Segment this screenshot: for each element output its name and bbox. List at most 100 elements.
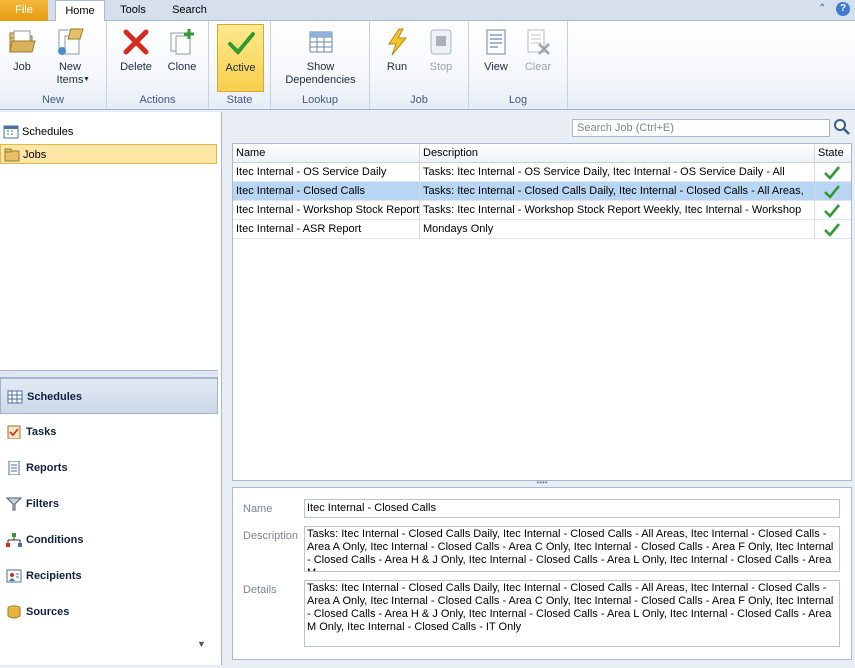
clone-icon (170, 29, 194, 55)
checkmark-icon (824, 185, 841, 199)
checkmark-icon (824, 204, 841, 218)
view-log-button[interactable]: View (477, 24, 515, 92)
show-dependencies-label: Show Dependencies (285, 61, 356, 86)
column-header-state[interactable]: State (815, 144, 851, 163)
job-state-cell (815, 201, 851, 220)
ribbon-group-new: Job New Items ▼ New (0, 21, 107, 109)
search-job-input[interactable]: Search Job (Ctrl+E) (572, 119, 830, 137)
chevron-down-icon: ▼ (83, 76, 90, 83)
column-header-description[interactable]: Description (420, 144, 815, 163)
table-row[interactable]: Itec Internal - OS Service Daily Tasks: … (233, 163, 851, 182)
tree-item-schedules[interactable]: Schedules (0, 122, 222, 142)
detail-details-field[interactable]: Tasks: Itec Internal - Closed Calls Dail… (304, 580, 840, 647)
grid-header-row: Name Description State (233, 144, 851, 163)
clear-log-icon (527, 29, 550, 55)
tree-item-jobs[interactable]: Jobs (0, 144, 217, 164)
group-label-lookup: Lookup (301, 94, 339, 106)
clear-log-button[interactable]: Clear (519, 24, 557, 92)
ribbon-group-actions: Delete Clone Actions (107, 21, 209, 109)
funnel-icon (6, 497, 22, 511)
nav-item-label: Sources (26, 606, 70, 618)
tab-search[interactable]: Search (162, 0, 217, 21)
navigation-splitter[interactable] (0, 370, 218, 378)
jobs-grid: Name Description State Itec Internal - O… (232, 143, 852, 481)
nav-item-label: Schedules (27, 391, 83, 403)
nav-item-label: Conditions (26, 534, 84, 546)
active-label: Active (225, 62, 256, 74)
new-items-icon (58, 28, 84, 55)
job-name-cell: Itec Internal - OS Service Daily (233, 163, 420, 182)
dependencies-grid-icon (309, 31, 332, 53)
help-icon[interactable]: ? (836, 2, 850, 16)
clone-label: Clone (167, 61, 197, 73)
tab-home[interactable]: Home (55, 0, 105, 22)
lightning-bolt-icon (388, 28, 408, 56)
group-label-new: New (41, 94, 64, 106)
job-state-cell (815, 163, 851, 182)
schedules-icon (3, 125, 19, 139)
new-items-label: New Items (56, 61, 84, 86)
job-description-cell: Mondays Only (420, 220, 815, 239)
stop-button[interactable]: Stop (422, 24, 460, 92)
left-navigation-pane: Schedules Jobs Schedules Tasks Reports F… (0, 112, 222, 665)
tab-tools[interactable]: Tools (108, 0, 158, 21)
new-items-button[interactable]: New Items ▼ (46, 24, 94, 92)
checkmark-icon (824, 166, 841, 180)
delete-button[interactable]: Delete (115, 24, 157, 92)
search-icon[interactable] (833, 118, 850, 135)
ribbon: Job New Items ▼ New Delete Clone Actions… (0, 21, 855, 110)
clone-button[interactable]: Clone (162, 24, 202, 92)
checkmark-icon (227, 32, 255, 55)
schedule-tree: Schedules Jobs (0, 122, 222, 164)
nav-item-recipients[interactable]: Recipients (0, 558, 222, 594)
nav-item-label: Tasks (26, 426, 57, 438)
table-row[interactable]: Itec Internal - ASR Report Mondays Only (233, 220, 851, 239)
nav-item-label: Reports (26, 462, 68, 474)
nav-item-conditions[interactable]: Conditions (0, 522, 222, 558)
tree-item-schedules-label: Schedules (22, 126, 74, 138)
run-button[interactable]: Run (378, 24, 416, 92)
document-view-icon (486, 29, 506, 55)
folder-open-icon (9, 30, 36, 53)
detail-description-label: Description (243, 530, 299, 542)
view-label: View (484, 61, 508, 73)
nav-item-reports[interactable]: Reports (0, 450, 222, 486)
nav-item-filters[interactable]: Filters (0, 486, 222, 522)
ribbon-group-state: Active State (209, 21, 271, 109)
chevron-down-icon[interactable]: ▼ (197, 639, 206, 649)
nav-item-sources[interactable]: Sources (0, 594, 222, 630)
ribbon-group-lookup: Show Dependencies Lookup (271, 21, 370, 109)
detail-name-field[interactable]: Itec Internal - Closed Calls (304, 499, 840, 518)
job-state-cell (815, 220, 851, 239)
report-icon (8, 461, 20, 475)
group-label-log: Log (508, 94, 528, 106)
group-label-job: Job (410, 94, 428, 106)
active-toggle-button[interactable]: Active (217, 24, 264, 92)
detail-details-label: Details (243, 584, 277, 596)
job-detail-panel: Name Itec Internal - Closed Calls Descri… (232, 487, 852, 660)
delete-label: Delete (120, 61, 152, 73)
job-description-cell: Tasks: Itec Internal - OS Service Daily,… (420, 163, 815, 182)
table-row[interactable]: Itec Internal - Workshop Stock Report Ta… (233, 201, 851, 220)
ribbon-collapse-icon[interactable]: ⌃ (818, 3, 826, 14)
detail-name-label: Name (243, 503, 273, 515)
new-job-label: Job (13, 61, 31, 73)
ribbon-tab-bar: File Home Tools Search ⌃ ? (0, 0, 855, 22)
nav-item-tasks[interactable]: Tasks (0, 414, 222, 450)
new-job-button[interactable]: Job (3, 24, 41, 92)
folder-icon (4, 148, 20, 162)
navigation-bar: Schedules Tasks Reports Filters Conditio… (0, 378, 222, 630)
table-row[interactable]: Itec Internal - Closed Calls Tasks: Itec… (233, 182, 851, 201)
recipients-icon (6, 569, 22, 583)
tab-file[interactable]: File (0, 0, 48, 21)
job-name-cell: Itec Internal - Workshop Stock Report (233, 201, 420, 220)
column-header-name[interactable]: Name (233, 144, 420, 163)
detail-description-field[interactable]: Tasks: Itec Internal - Closed Calls Dail… (304, 526, 840, 572)
clear-label: Clear (524, 61, 552, 73)
group-label-actions: Actions (139, 94, 176, 106)
run-label: Run (386, 61, 408, 73)
tree-item-jobs-label: Jobs (23, 149, 47, 161)
nav-item-schedules[interactable]: Schedules (0, 378, 218, 414)
show-dependencies-button[interactable]: Show Dependencies (279, 24, 362, 92)
checkmark-icon (824, 223, 841, 237)
